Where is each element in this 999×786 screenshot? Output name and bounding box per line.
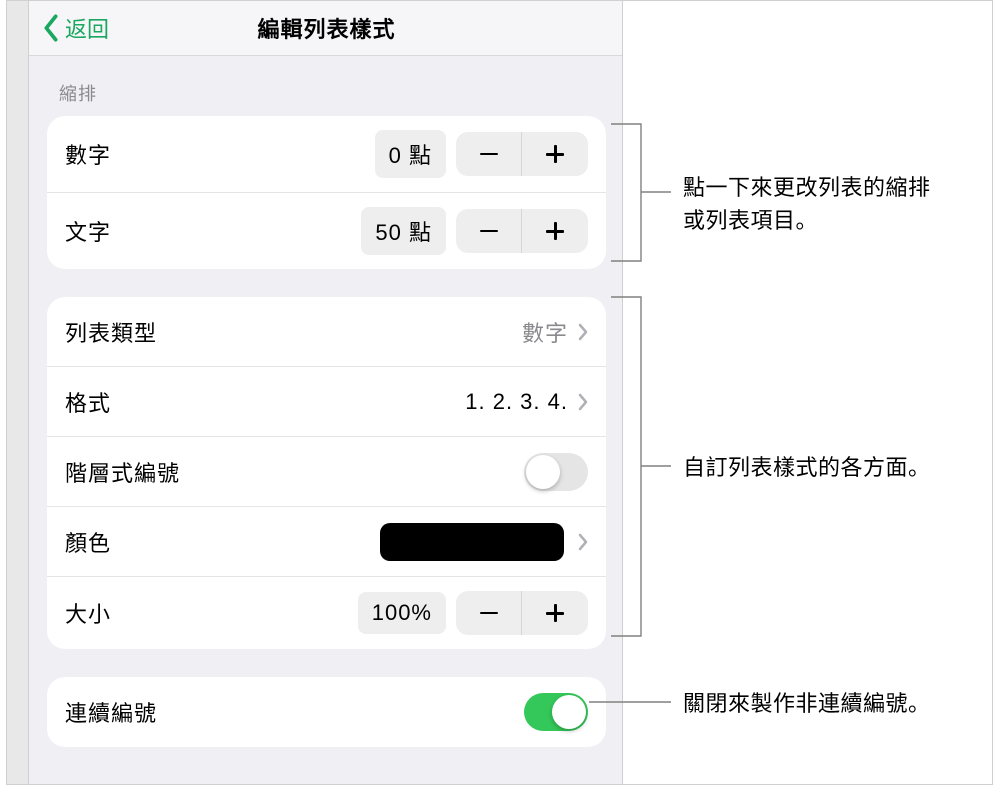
callout-options: 自訂列表樣式的各方面。 <box>683 451 983 484</box>
indent-text-plus-button[interactable] <box>522 209 588 253</box>
plus-icon <box>546 604 564 622</box>
format-label: 格式 <box>65 386 465 418</box>
left-gutter <box>7 1 29 784</box>
list-type-value: 數字 <box>522 316 568 348</box>
panel-title: 編輯列表樣式 <box>257 12 395 44</box>
list-type-row[interactable]: 列表類型 數字 <box>47 297 606 367</box>
chevron-left-icon <box>41 14 61 42</box>
size-label: 大小 <box>65 597 358 629</box>
indent-number-row: 數字 0 點 <box>47 116 606 193</box>
plus-icon <box>546 145 564 163</box>
continuous-label: 連續編號 <box>65 696 524 728</box>
indent-number-value[interactable]: 0 點 <box>375 130 446 178</box>
indent-group: 數字 0 點 文字 50 點 <box>47 116 606 269</box>
indent-text-label: 文字 <box>65 215 361 247</box>
indent-text-row: 文字 50 點 <box>47 193 606 269</box>
options-group: 列表類型 數字 格式 1. 2. 3. 4. 階層式編號 顏色 <box>47 297 606 649</box>
callout-indent: 點一下來更改列表的縮排或列表項目。 <box>683 171 943 237</box>
format-value: 1. 2. 3. 4. <box>465 389 568 415</box>
color-row[interactable]: 顏色 <box>47 507 606 577</box>
page-wrapper: 返回 編輯列表樣式 縮排 數字 0 點 文字 50 點 <box>6 0 993 785</box>
tiered-label: 階層式編號 <box>65 456 524 488</box>
back-button[interactable]: 返回 <box>41 12 109 44</box>
size-row: 大小 100% <box>47 577 606 649</box>
list-type-label: 列表類型 <box>65 316 522 348</box>
indent-number-plus-button[interactable] <box>522 132 588 176</box>
size-value[interactable]: 100% <box>358 592 446 634</box>
back-label: 返回 <box>65 12 109 44</box>
chevron-right-icon <box>578 393 588 411</box>
color-label: 顏色 <box>65 526 380 558</box>
size-stepper <box>456 591 588 635</box>
indent-number-stepper <box>456 132 588 176</box>
size-minus-button[interactable] <box>456 591 522 635</box>
settings-panel: 返回 編輯列表樣式 縮排 數字 0 點 文字 50 點 <box>29 1 624 784</box>
continuous-group: 連續編號 <box>47 677 606 747</box>
tiered-row: 階層式編號 <box>47 437 606 507</box>
indent-text-value[interactable]: 50 點 <box>361 207 446 255</box>
tiered-toggle[interactable] <box>524 453 588 491</box>
toggle-knob <box>552 695 586 729</box>
indent-text-stepper <box>456 209 588 253</box>
callout-continuous: 關閉來製作非連續編號。 <box>683 687 983 720</box>
color-swatch <box>380 523 564 561</box>
indent-text-minus-button[interactable] <box>456 209 522 253</box>
indent-section-label: 縮排 <box>29 56 624 116</box>
continuous-row: 連續編號 <box>47 677 606 747</box>
minus-icon <box>480 153 498 156</box>
minus-icon <box>480 612 498 615</box>
plus-icon <box>546 222 564 240</box>
indent-number-minus-button[interactable] <box>456 132 522 176</box>
toggle-knob <box>526 455 560 489</box>
format-row[interactable]: 格式 1. 2. 3. 4. <box>47 367 606 437</box>
indent-number-label: 數字 <box>65 138 375 170</box>
chevron-right-icon <box>578 533 588 551</box>
minus-icon <box>480 230 498 233</box>
right-gutter <box>622 1 992 784</box>
continuous-toggle[interactable] <box>524 693 588 731</box>
chevron-right-icon <box>578 323 588 341</box>
size-plus-button[interactable] <box>522 591 588 635</box>
panel-header: 返回 編輯列表樣式 <box>29 1 624 56</box>
panel-body: 縮排 數字 0 點 文字 50 點 <box>29 56 624 784</box>
